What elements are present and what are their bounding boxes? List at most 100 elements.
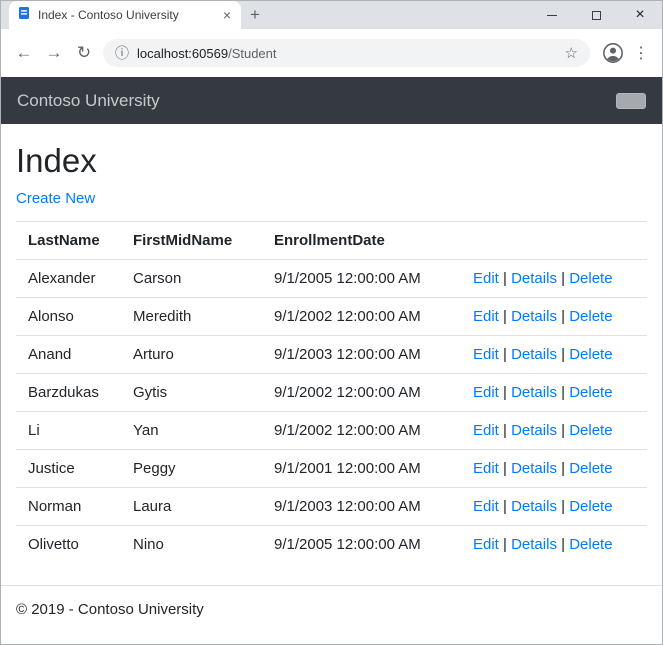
action-separator: | <box>557 346 569 363</box>
edit-link[interactable]: Edit <box>473 536 499 553</box>
browser-tab[interactable]: Index - Contoso University × <box>9 1 241 29</box>
menu-kebab-icon[interactable]: ⋮ <box>628 38 654 68</box>
table-row: AnandArturo9/1/2003 12:00:00 AMEdit | De… <box>16 336 647 374</box>
address-bar[interactable]: ⓘ localhost:60569/Student ☆ <box>103 39 590 67</box>
enrollment-date-cell: 9/1/2003 12:00:00 AM <box>262 488 461 526</box>
edit-link[interactable]: Edit <box>473 384 499 401</box>
url-host: localhost:60569 <box>137 46 228 61</box>
last-name-cell: Li <box>16 412 121 450</box>
last-name-cell: Alexander <box>16 260 121 298</box>
first-mid-name-cell: Carson <box>121 260 262 298</box>
actions-cell: Edit | Details | Delete <box>461 336 647 374</box>
edit-link[interactable]: Edit <box>473 346 499 363</box>
maximize-button[interactable] <box>574 1 618 29</box>
table-row: AlonsoMeredith9/1/2002 12:00:00 AMEdit |… <box>16 298 647 336</box>
action-separator: | <box>557 384 569 401</box>
page-container: Index Create New LastName FirstMidName E… <box>1 142 662 563</box>
action-separator: | <box>499 422 511 439</box>
header-last-name: LastName <box>16 222 121 260</box>
minimize-icon <box>547 15 557 16</box>
delete-link[interactable]: Delete <box>569 498 612 515</box>
enrollment-date-cell: 9/1/2002 12:00:00 AM <box>262 412 461 450</box>
delete-link[interactable]: Delete <box>569 270 612 287</box>
forward-icon[interactable]: → <box>39 38 69 68</box>
window-controls: × <box>530 1 662 29</box>
edit-link[interactable]: Edit <box>473 460 499 477</box>
action-separator: | <box>557 536 569 553</box>
table-row: JusticePeggy9/1/2001 12:00:00 AMEdit | D… <box>16 450 647 488</box>
details-link[interactable]: Details <box>511 384 557 401</box>
delete-link[interactable]: Delete <box>569 422 612 439</box>
enrollment-date-cell: 9/1/2002 12:00:00 AM <box>262 374 461 412</box>
details-link[interactable]: Details <box>511 270 557 287</box>
delete-link[interactable]: Delete <box>569 460 612 477</box>
tab-title: Index - Contoso University <box>38 8 214 22</box>
last-name-cell: Olivetto <box>16 526 121 564</box>
last-name-cell: Justice <box>16 450 121 488</box>
new-tab-button[interactable]: + <box>241 1 269 29</box>
delete-link[interactable]: Delete <box>569 346 612 363</box>
last-name-cell: Alonso <box>16 298 121 336</box>
action-separator: | <box>499 346 511 363</box>
back-icon[interactable]: ← <box>9 38 39 68</box>
table-row: OlivettoNino9/1/2005 12:00:00 AMEdit | D… <box>16 526 647 564</box>
edit-link[interactable]: Edit <box>473 498 499 515</box>
enrollment-date-cell: 9/1/2002 12:00:00 AM <box>262 298 461 336</box>
first-mid-name-cell: Peggy <box>121 450 262 488</box>
action-separator: | <box>557 308 569 325</box>
actions-cell: Edit | Details | Delete <box>461 526 647 564</box>
actions-cell: Edit | Details | Delete <box>461 488 647 526</box>
close-button[interactable]: × <box>618 1 662 29</box>
details-link[interactable]: Details <box>511 308 557 325</box>
page-info-icon[interactable]: ⓘ <box>115 43 129 63</box>
action-separator: | <box>499 498 511 515</box>
first-mid-name-cell: Gytis <box>121 374 262 412</box>
header-enrollment-date: EnrollmentDate <box>262 222 461 260</box>
site-navbar: Contoso University <box>1 77 662 124</box>
table-row: AlexanderCarson9/1/2005 12:00:00 AMEdit … <box>16 260 647 298</box>
browser-toolbar: ← → ↻ ⓘ localhost:60569/Student ☆ ⋮ <box>1 29 662 77</box>
delete-link[interactable]: Delete <box>569 384 612 401</box>
action-separator: | <box>557 422 569 439</box>
first-mid-name-cell: Yan <box>121 412 262 450</box>
details-link[interactable]: Details <box>511 422 557 439</box>
edit-link[interactable]: Edit <box>473 308 499 325</box>
url-text[interactable]: localhost:60569/Student <box>137 46 277 61</box>
action-separator: | <box>499 460 511 477</box>
students-table: LastName FirstMidName EnrollmentDate Ale… <box>16 221 647 563</box>
edit-link[interactable]: Edit <box>473 422 499 439</box>
first-mid-name-cell: Arturo <box>121 336 262 374</box>
details-link[interactable]: Details <box>511 536 557 553</box>
first-mid-name-cell: Laura <box>121 488 262 526</box>
enrollment-date-cell: 9/1/2003 12:00:00 AM <box>262 336 461 374</box>
actions-cell: Edit | Details | Delete <box>461 374 647 412</box>
enrollment-date-cell: 9/1/2005 12:00:00 AM <box>262 526 461 564</box>
first-mid-name-cell: Meredith <box>121 298 262 336</box>
bookmark-star-icon[interactable]: ☆ <box>565 44 578 62</box>
brand-link[interactable]: Contoso University <box>17 91 160 111</box>
last-name-cell: Barzdukas <box>16 374 121 412</box>
header-actions <box>461 222 647 260</box>
details-link[interactable]: Details <box>511 460 557 477</box>
details-link[interactable]: Details <box>511 498 557 515</box>
tab-strip: Index - Contoso University × + × <box>1 1 662 29</box>
table-row: LiYan9/1/2002 12:00:00 AMEdit | Details … <box>16 412 647 450</box>
actions-cell: Edit | Details | Delete <box>461 450 647 488</box>
delete-link[interactable]: Delete <box>569 308 612 325</box>
edit-link[interactable]: Edit <box>473 270 499 287</box>
table-row: NormanLaura9/1/2003 12:00:00 AMEdit | De… <box>16 488 647 526</box>
create-new-link[interactable]: Create New <box>16 190 95 207</box>
tab-close-icon[interactable]: × <box>221 8 233 22</box>
delete-link[interactable]: Delete <box>569 536 612 553</box>
actions-cell: Edit | Details | Delete <box>461 298 647 336</box>
navbar-toggler-button[interactable] <box>616 93 646 109</box>
profile-avatar-icon[interactable] <box>598 38 628 68</box>
first-mid-name-cell: Nino <box>121 526 262 564</box>
maximize-icon <box>592 11 601 20</box>
details-link[interactable]: Details <box>511 346 557 363</box>
minimize-button[interactable] <box>530 1 574 29</box>
action-separator: | <box>499 308 511 325</box>
action-separator: | <box>557 498 569 515</box>
browser-window: Index - Contoso University × + × ← → ↻ ⓘ… <box>0 0 663 645</box>
reload-icon[interactable]: ↻ <box>69 38 99 68</box>
